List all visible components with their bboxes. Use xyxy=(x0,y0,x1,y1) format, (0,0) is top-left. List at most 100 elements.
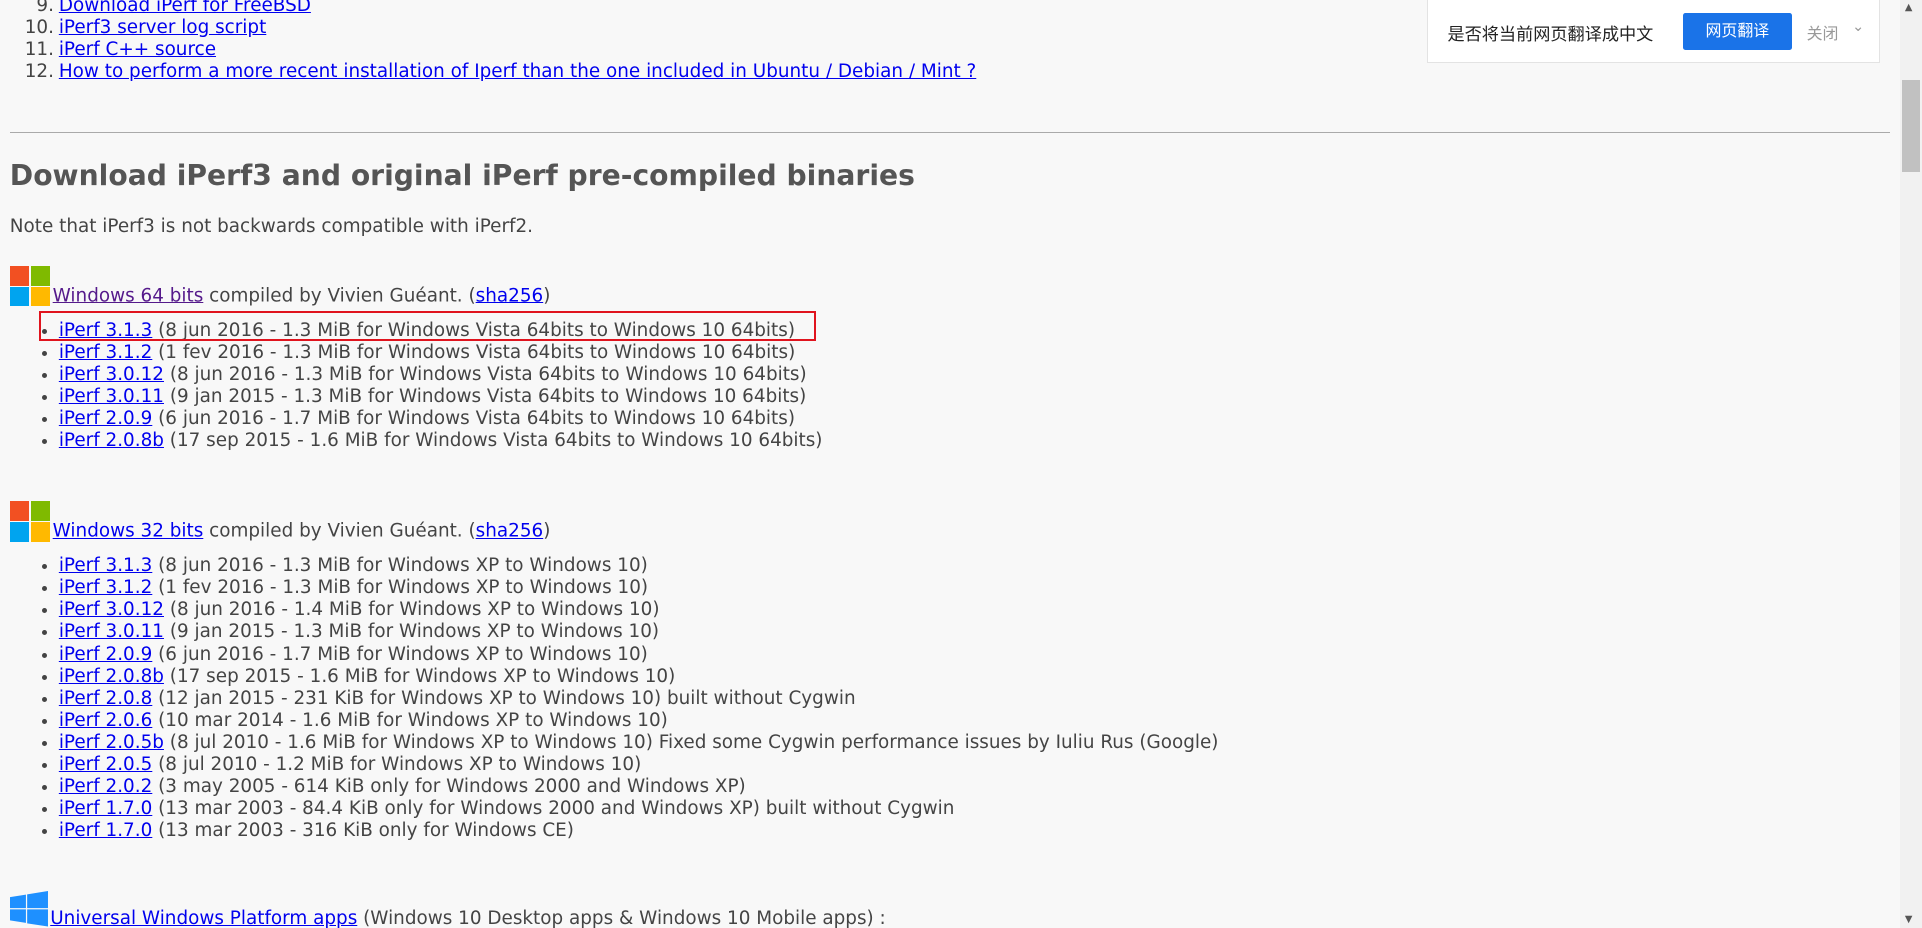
download-desc: (9 jan 2015 - 1.3 MiB for Windows Vista … xyxy=(163,386,807,408)
list-item: iPerf 2.0.8b (17 sep 2015 - 1.6 MiB for … xyxy=(59,430,823,452)
download-link[interactable]: iPerf 2.0.6 xyxy=(59,710,152,731)
toc-item: 11. iPerf C++ source xyxy=(25,39,976,61)
download-desc: (12 jan 2015 - 231 KiB for Windows XP to… xyxy=(152,687,856,709)
toc-item-number: 12. xyxy=(24,61,54,83)
download-link[interactable]: iPerf 2.0.8b xyxy=(59,430,164,451)
list-item: iPerf 3.0.11 (9 jan 2015 - 1.3 MiB for W… xyxy=(59,621,1219,643)
section-title: Download iPerf3 and original iPerf pre-c… xyxy=(9,159,915,193)
platform-header: Windows 32 bits compiled by Vivien Guéan… xyxy=(9,501,551,542)
list-item: iPerf 2.0.8 (12 jan 2015 - 231 KiB for W… xyxy=(59,688,1219,710)
download-desc: (8 jun 2016 - 1.4 MiB for Windows XP to … xyxy=(163,599,660,621)
platform-header: Universal Windows Platform apps (Windows… xyxy=(9,891,886,928)
list-item: iPerf 2.0.5 (8 jul 2010 - 1.2 MiB for Wi… xyxy=(59,754,1219,776)
compiled-by-text: compiled by Vivien Guéant. ( xyxy=(203,520,476,542)
download-link[interactable]: iPerf 3.1.3 xyxy=(59,555,152,576)
section-divider xyxy=(9,132,1891,134)
toc-item-number: 11. xyxy=(24,39,54,61)
download-desc: (17 sep 2015 - 1.6 MiB for Windows Vista… xyxy=(163,430,823,452)
scroll-up-arrow-icon[interactable]: ▲ xyxy=(1905,2,1913,13)
page-content: 9. Download iPerf for FreeBSD 10. iPerf3 s… xyxy=(0,0,1900,928)
translate-close-button[interactable]: 关闭 xyxy=(1807,21,1839,44)
windows10-logo-icon xyxy=(9,891,48,927)
close-paren: ) xyxy=(543,285,551,307)
toc-item: 10. iPerf3 server log script xyxy=(25,17,976,39)
list-item: iPerf 3.1.3 (8 jun 2016 - 1.3 MiB for Wi… xyxy=(59,555,1219,577)
toc-link-cpp-source[interactable]: iPerf C++ source xyxy=(59,39,216,60)
download-desc: (8 jul 2010 - 1.2 MiB for Windows XP to … xyxy=(152,753,642,775)
download-link[interactable]: iPerf 3.1.3 xyxy=(59,320,152,341)
toc-item-number: 9. xyxy=(36,0,54,17)
download-desc: (17 sep 2015 - 1.6 MiB for Windows XP to… xyxy=(163,665,676,687)
download-link[interactable]: iPerf 3.0.11 xyxy=(59,621,164,642)
download-desc: (3 may 2005 - 614 KiB only for Windows 2… xyxy=(152,775,746,797)
download-link[interactable]: iPerf 2.0.5b xyxy=(59,732,164,753)
list-item: iPerf 3.0.11 (9 jan 2015 - 1.3 MiB for W… xyxy=(59,386,823,408)
toc-link-recent-installation[interactable]: How to perform a more recent installatio… xyxy=(59,61,976,82)
download-link[interactable]: iPerf 3.1.2 xyxy=(59,577,152,598)
download-desc: (8 jul 2010 - 1.6 MiB for Windows XP to … xyxy=(163,731,1219,753)
download-link[interactable]: iPerf 2.0.9 xyxy=(59,644,152,665)
uwp-apps-link[interactable]: Universal Windows Platform apps xyxy=(50,908,357,928)
uwp-desc: (Windows 10 Desktop apps & Windows 10 Mo… xyxy=(357,908,886,928)
list-item: iPerf 3.1.2 (1 fev 2016 - 1.3 MiB for Wi… xyxy=(59,577,1219,599)
compiled-by-text: compiled by Vivien Guéant. ( xyxy=(203,285,476,307)
toc-item-number: 10. xyxy=(24,17,54,39)
download-link[interactable]: iPerf 1.7.0 xyxy=(59,820,152,841)
download-desc: (13 mar 2003 - 84.4 KiB only for Windows… xyxy=(152,797,955,819)
sha256-link-32[interactable]: sha256 xyxy=(476,521,544,542)
download-link[interactable]: iPerf 3.1.2 xyxy=(59,342,152,363)
compatibility-note: Note that iPerf3 is not backwards compat… xyxy=(9,215,534,237)
translate-bar: 是否将当前网页翻译成中文 网页翻译 关闭 ⌄ xyxy=(1426,0,1881,63)
scrollbar-thumb[interactable] xyxy=(1902,79,1920,172)
windows-logo-icon xyxy=(9,265,51,307)
download-link[interactable]: iPerf 3.0.12 xyxy=(59,364,164,385)
download-link[interactable]: iPerf 2.0.9 xyxy=(59,408,152,429)
download-link[interactable]: iPerf 3.0.12 xyxy=(59,599,164,620)
windows-32-download-list: iPerf 3.1.3 (8 jun 2016 - 1.3 MiB for Wi… xyxy=(0,555,1219,842)
download-link[interactable]: iPerf 2.0.8 xyxy=(59,688,152,709)
table-of-contents: 9. Download iPerf for FreeBSD 10. iPerf3 s… xyxy=(0,0,977,83)
list-item: iPerf 2.0.2 (3 may 2005 - 614 KiB only f… xyxy=(59,776,1219,798)
list-item: iPerf 3.1.3 (8 jun 2016 - 1.3 MiB for Wi… xyxy=(59,320,823,342)
toc-link-freebsd[interactable]: Download iPerf for FreeBSD xyxy=(59,0,311,16)
list-item: iPerf 3.0.12 (8 jun 2016 - 1.4 MiB for W… xyxy=(59,599,1219,621)
list-item: iPerf 2.0.6 (10 mar 2014 - 1.6 MiB for W… xyxy=(59,710,1219,732)
download-desc: (10 mar 2014 - 1.6 MiB for Windows XP to… xyxy=(152,709,668,731)
download-link[interactable]: iPerf 2.0.8b xyxy=(59,666,164,687)
download-link[interactable]: iPerf 2.0.2 xyxy=(59,776,152,797)
windows-32-link[interactable]: Windows 32 bits xyxy=(53,521,204,542)
download-link[interactable]: iPerf 1.7.0 xyxy=(59,798,152,819)
close-paren: ) xyxy=(543,520,551,542)
translate-question: 是否将当前网页翻译成中文 xyxy=(1447,24,1654,45)
windows-logo-icon xyxy=(9,501,51,542)
download-desc: (1 fev 2016 - 1.3 MiB for Windows XP to … xyxy=(152,577,649,599)
list-item: iPerf 2.0.9 (6 jun 2016 - 1.7 MiB for Wi… xyxy=(59,408,823,430)
list-item: iPerf 3.1.2 (1 fev 2016 - 1.3 MiB for Wi… xyxy=(59,342,823,364)
download-desc: (8 jun 2016 - 1.3 MiB for Windows XP to … xyxy=(152,555,648,577)
list-item: iPerf 2.0.9 (6 jun 2016 - 1.7 MiB for Wi… xyxy=(59,644,1219,666)
toc-item: 9. Download iPerf for FreeBSD xyxy=(36,0,976,17)
download-desc: (6 jun 2016 - 1.7 MiB for Windows Vista … xyxy=(152,408,795,430)
windows-64-link[interactable]: Windows 64 bits xyxy=(53,285,204,306)
list-item: iPerf 1.7.0 (13 mar 2003 - 316 KiB only … xyxy=(59,820,1219,842)
sha256-link-64[interactable]: sha256 xyxy=(476,285,544,306)
toc-link-server-log-script[interactable]: iPerf3 server log script xyxy=(59,17,266,38)
translate-button[interactable]: 网页翻译 xyxy=(1682,13,1792,51)
platform-header: Windows 64 bits compiled by Vivien Guéan… xyxy=(9,265,551,307)
list-item: iPerf 3.0.12 (8 jun 2016 - 1.3 MiB for W… xyxy=(59,364,823,386)
download-desc: (13 mar 2003 - 316 KiB only for Windows … xyxy=(152,820,574,842)
download-desc: (8 jun 2016 - 1.3 MiB for Windows Vista … xyxy=(163,364,807,386)
list-item: iPerf 2.0.8b (17 sep 2015 - 1.6 MiB for … xyxy=(59,666,1219,688)
download-desc: (1 fev 2016 - 1.3 MiB for Windows Vista … xyxy=(152,341,796,363)
download-link[interactable]: iPerf 2.0.5 xyxy=(59,754,152,775)
windows-64-download-list: iPerf 3.1.3 (8 jun 2016 - 1.3 MiB for Wi… xyxy=(0,320,823,452)
list-item: iPerf 1.7.0 (13 mar 2003 - 84.4 KiB only… xyxy=(59,798,1219,820)
scroll-down-arrow-icon[interactable]: ▼ xyxy=(1905,914,1913,925)
chevron-down-icon[interactable]: ⌄ xyxy=(1852,18,1864,35)
download-link[interactable]: iPerf 3.0.11 xyxy=(59,386,164,407)
vertical-scrollbar[interactable]: ▲ ▼ xyxy=(1899,0,1922,928)
download-desc: (6 jun 2016 - 1.7 MiB for Windows XP to … xyxy=(152,643,648,665)
download-desc: (9 jan 2015 - 1.3 MiB for Windows XP to … xyxy=(163,621,660,643)
toc-item: 12. How to perform a more recent installa… xyxy=(25,61,977,83)
list-item: iPerf 2.0.5b (8 jul 2010 - 1.6 MiB for W… xyxy=(59,732,1219,754)
